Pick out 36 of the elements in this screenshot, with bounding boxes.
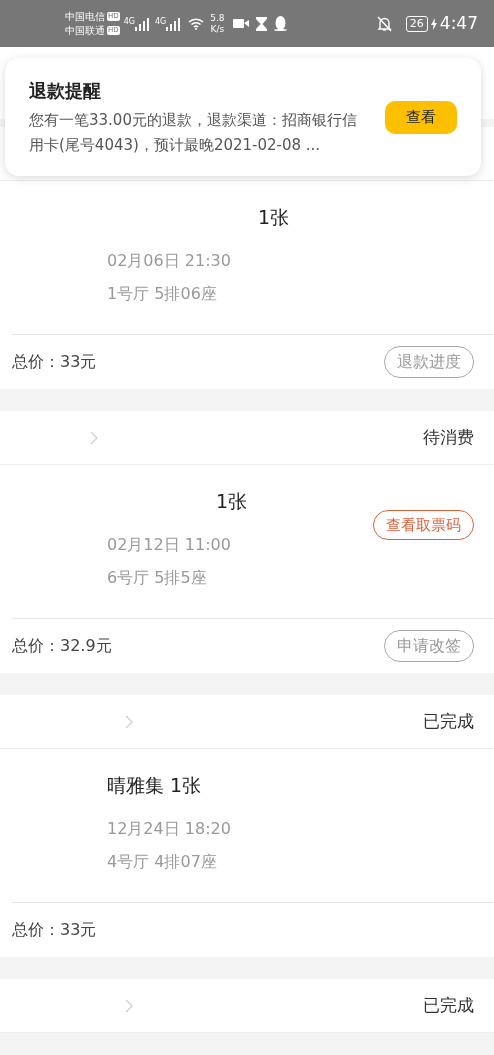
speed-unit: K/s [210,23,225,35]
total-price: 总价：33元 [12,351,97,373]
seat-info: 1号厅 5排06座 [107,283,218,305]
movie-title: 1张 [215,489,248,514]
chevron-right-icon [125,998,133,1013]
battery-indicator: 26 [405,15,428,32]
seat-info: 4号厅 4排07座 [107,851,218,873]
notification-body: 您有一笔33.00元的退款，退款渠道：招商银行信用卡(尾号4043)，预计最晚2021-02-08 ... [29,109,358,156]
speed-value: 5.8 [210,12,225,24]
bell-muted-icon [376,15,392,32]
chevron-right-icon [90,430,98,445]
total-price: 总价：32.9元 [12,635,112,657]
total-price: 总价：33元 [12,919,97,941]
carrier-name: 中国联通 [65,23,105,38]
wifi-icon [188,17,205,30]
hourglass-icon [255,16,267,31]
network-type: 4G [123,16,135,26]
order-status: 待消费 [423,425,474,449]
movie-title: 晴雅集 1张 [106,773,202,798]
clock-time: 4:47 [439,11,478,35]
signal-icon [134,16,151,31]
notification-title: 退款提醒 [29,78,102,103]
video-camera-icon [232,18,249,29]
view-button[interactable]: 查看 [385,100,457,134]
order-status: 已完成 [423,709,474,733]
network-type: 4G [154,16,167,26]
show-time: 02月12日 11:00 [107,534,231,556]
signal-icon [166,16,183,31]
chevron-right-icon [125,714,133,729]
seat-info: 6号厅 5排5座 [107,567,208,589]
movie-title: 1张 [257,205,290,230]
carrier-name: 中国电信 [65,9,105,24]
charging-icon [430,17,437,30]
show-time: 02月06日 21:30 [107,250,231,272]
show-time: 12月24日 18:20 [107,818,231,840]
order-status: 已完成 [423,993,474,1017]
